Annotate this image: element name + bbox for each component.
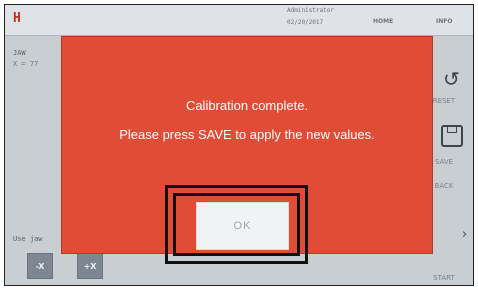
dialog-message: Please press SAVE to apply the new value… <box>119 127 375 142</box>
dialog-title: Calibration complete. <box>185 98 309 113</box>
top-bar: H Administrator 02/20/2017 HOME INFO <box>5 5 473 36</box>
start-button[interactable]: START <box>421 274 467 282</box>
date-label: 02/20/2017 <box>287 19 324 26</box>
user-label: Administrator <box>287 7 334 14</box>
tab-home[interactable]: HOME <box>373 18 393 25</box>
jaw-label: JAW <box>13 49 26 57</box>
save-icon[interactable] <box>441 125 463 147</box>
tab-info[interactable]: INFO <box>436 18 452 25</box>
ok-button[interactable]: OK <box>196 202 289 250</box>
jaw-value: X = 77 <box>13 60 39 68</box>
chevron-right-icon[interactable]: › <box>462 227 467 242</box>
minus-x-button[interactable]: -X <box>27 253 53 279</box>
reset-icon[interactable]: ↺ <box>443 67 460 91</box>
brand-logo: H <box>13 11 21 26</box>
bottom-hint: Use jaw <box>13 235 43 243</box>
plus-x-button[interactable]: +X <box>77 253 103 279</box>
